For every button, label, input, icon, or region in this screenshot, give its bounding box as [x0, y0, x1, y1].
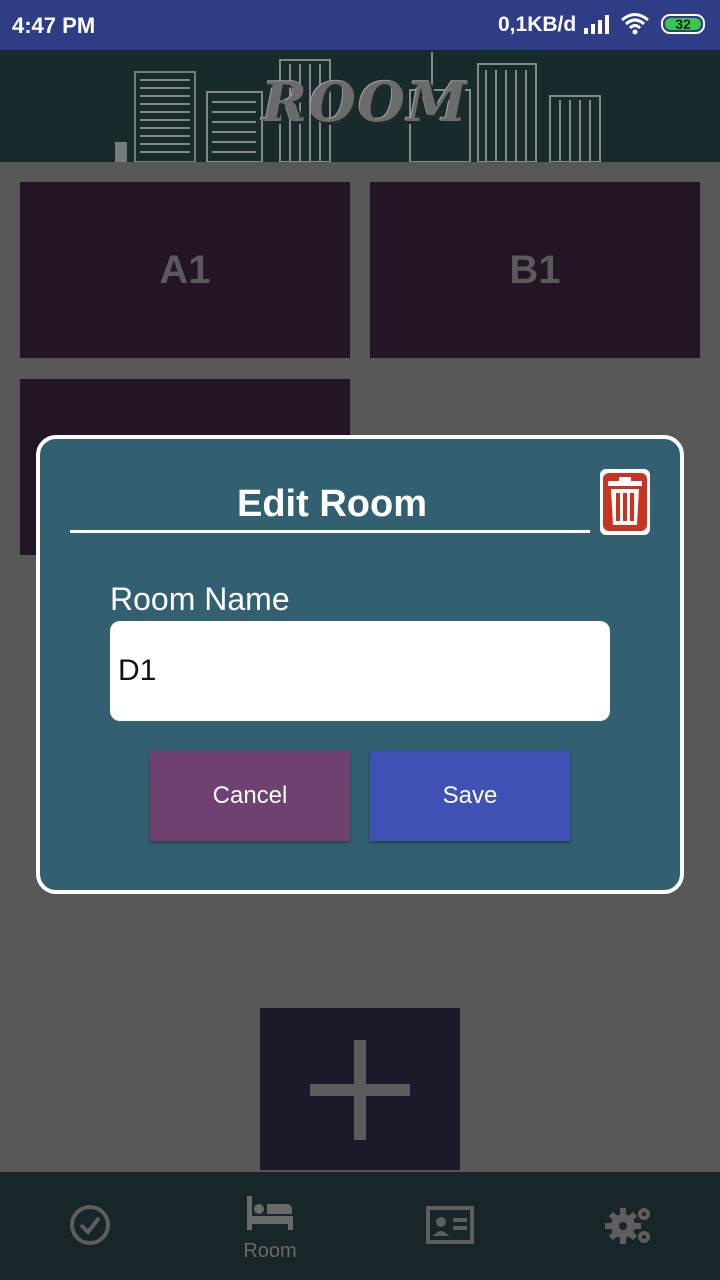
title-divider [70, 530, 590, 533]
room-name-label: Room Name [110, 581, 290, 617]
delete-room-button[interactable] [600, 469, 650, 535]
cancel-button[interactable]: Cancel [150, 751, 350, 841]
save-button[interactable]: Save [370, 751, 570, 841]
room-name-input[interactable] [110, 621, 610, 721]
wifi-icon [621, 13, 649, 35]
dialog-title: Edit Room [237, 483, 427, 525]
status-time: 4:47 PM [12, 13, 96, 38]
battery-icon: 32 [661, 14, 705, 34]
signal-icon [584, 15, 609, 34]
battery-level: 32 [675, 16, 691, 32]
edit-room-dialog: Edit Room Room Name Cancel Save [36, 435, 684, 894]
trash-icon [603, 473, 647, 531]
status-bar: 4:47 PM 0,1KB/d 32 [0, 0, 720, 50]
network-speed: 0,1KB/d [498, 13, 577, 36]
